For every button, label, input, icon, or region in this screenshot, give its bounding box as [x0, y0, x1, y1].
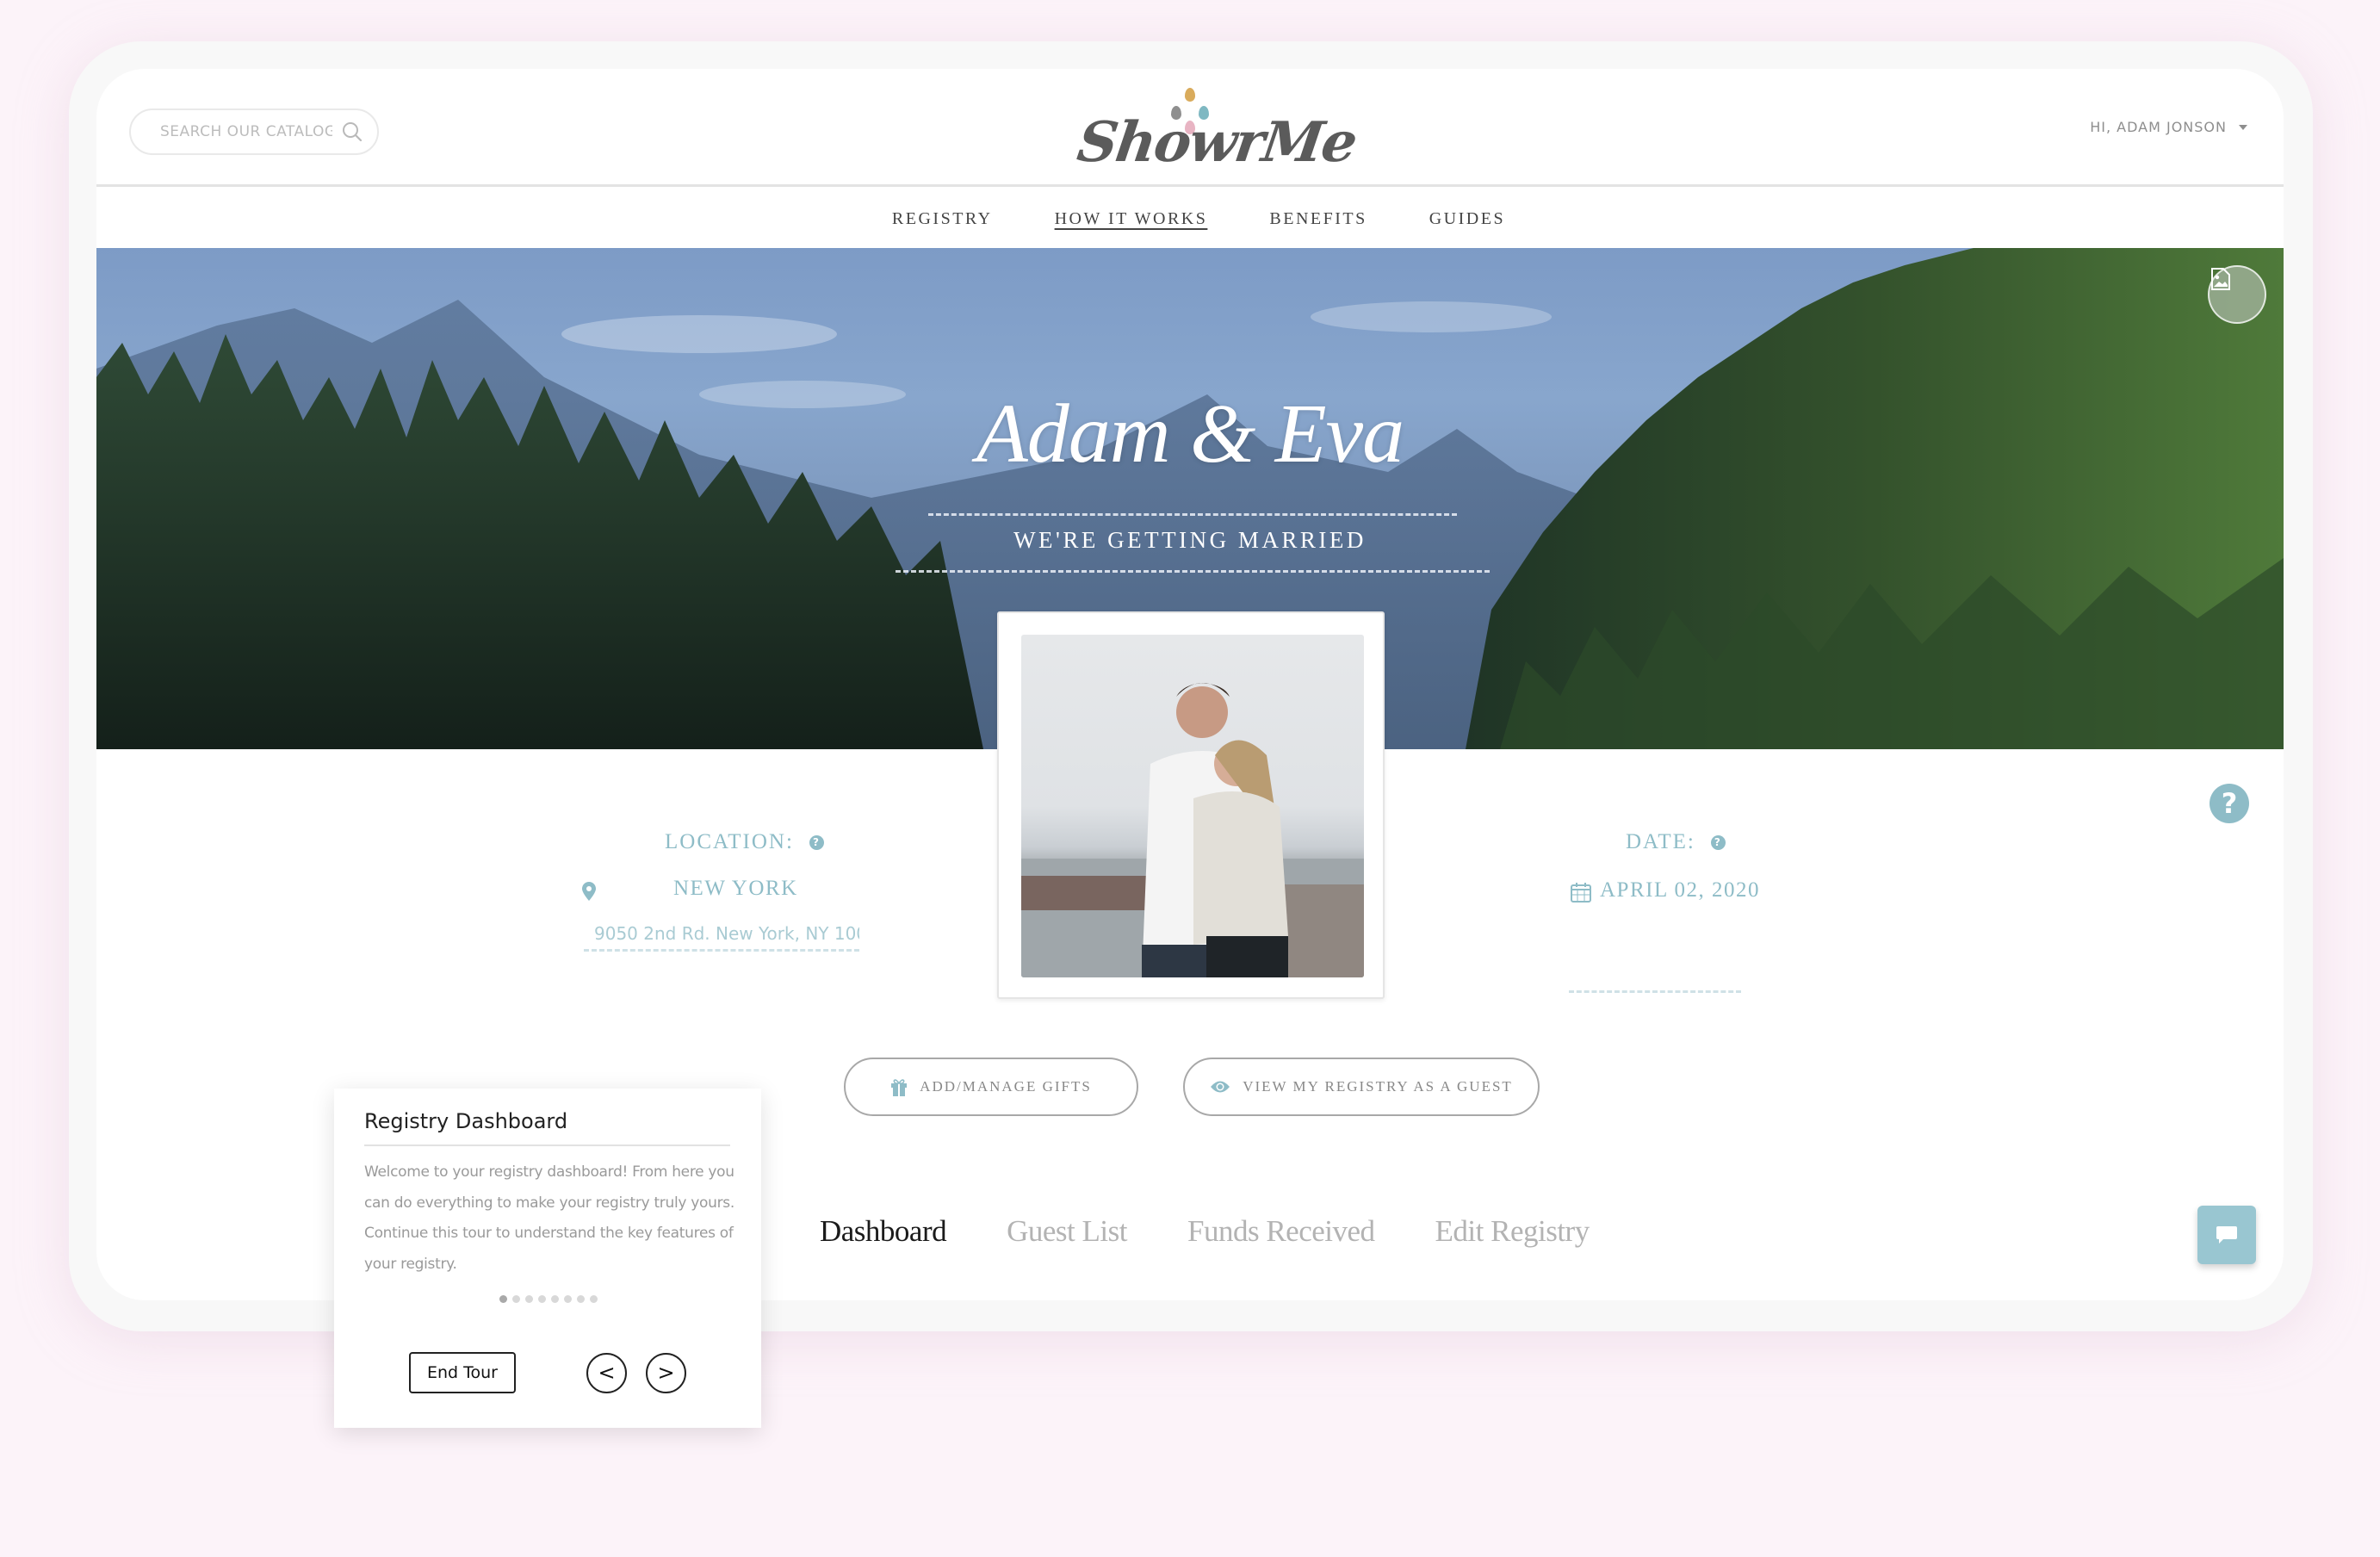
tour-step-dot[interactable] [590, 1295, 598, 1303]
nav-item-registry[interactable]: REGISTRY [892, 202, 993, 245]
view-as-guest-label: VIEW MY REGISTRY AS A GUEST [1243, 1078, 1513, 1095]
tour-prev-button[interactable]: < [586, 1353, 627, 1393]
nav-item-how-it-works[interactable]: HOW IT WORKS [1055, 202, 1208, 245]
subtitle-top-divider [928, 513, 1457, 516]
nav-item-benefits[interactable]: BENEFITS [1269, 202, 1367, 245]
tour-progress-dots [499, 1295, 598, 1303]
tour-step-dot[interactable] [499, 1295, 507, 1303]
couple-photo [1021, 635, 1364, 977]
end-tour-button[interactable]: End Tour [409, 1352, 516, 1393]
logo-text: ShowrMe [1073, 110, 1360, 175]
eye-icon [1211, 1081, 1230, 1093]
tour-step-dot[interactable] [577, 1295, 585, 1303]
search-input[interactable] [160, 123, 332, 140]
tour-step-dot[interactable] [512, 1295, 520, 1303]
tab-guest-list[interactable]: Guest List [1007, 1214, 1127, 1249]
dashboard-tabs: Dashboard Guest List Funds Received Edit… [820, 1214, 1590, 1249]
chat-bubble-icon [2216, 1226, 2237, 1244]
logo-drop-gold [1185, 88, 1195, 102]
header-divider [96, 184, 2284, 187]
tour-next-button[interactable]: > [646, 1353, 686, 1393]
date-label: DATE: [1626, 830, 1695, 853]
map-pin-icon [582, 882, 596, 901]
date-underline [1569, 990, 1741, 993]
location-city[interactable]: NEW YORK [673, 877, 798, 901]
location-label-group: LOCATION: ? [665, 830, 824, 854]
chevron-down-icon [2239, 124, 2247, 130]
date-label-group: DATE: ? [1626, 830, 1726, 854]
tour-step-dot[interactable] [551, 1295, 559, 1303]
nav-item-guides[interactable]: GUIDES [1429, 202, 1505, 245]
date-help-icon[interactable]: ? [1710, 834, 1726, 850]
help-button[interactable]: ? [2210, 784, 2249, 823]
address-field[interactable] [584, 917, 859, 952]
tour-title: Registry Dashboard [364, 1109, 568, 1133]
view-as-guest-button[interactable]: VIEW MY REGISTRY AS A GUEST [1183, 1058, 1540, 1116]
add-manage-gifts-button[interactable]: ADD/MANAGE GIFTS [844, 1058, 1138, 1116]
tab-edit-registry[interactable]: Edit Registry [1435, 1214, 1590, 1249]
gift-icon [891, 1079, 908, 1096]
hero-subtitle: WE'RE GETTING MARRIED [1013, 527, 1367, 553]
tour-popup: Registry Dashboard Welcome to your regis… [334, 1089, 761, 1428]
subtitle-bottom-divider [896, 570, 1490, 573]
tab-funds-received[interactable]: Funds Received [1187, 1214, 1375, 1249]
location-help-icon[interactable]: ? [809, 834, 824, 850]
tour-body: Welcome to your registry dashboard! From… [364, 1163, 734, 1273]
add-manage-gifts-label: ADD/MANAGE GIFTS [920, 1078, 1092, 1095]
wedding-date[interactable]: APRIL 02, 2020 [1600, 878, 1760, 903]
search-icon[interactable] [341, 121, 363, 143]
logo[interactable]: ShowrMe [1074, 78, 1360, 181]
tab-dashboard[interactable]: Dashboard [820, 1214, 947, 1249]
couple-photo-frame[interactable] [997, 611, 1385, 999]
search-box[interactable] [129, 109, 379, 155]
tour-divider [364, 1144, 730, 1146]
tour-step-dot[interactable] [538, 1295, 546, 1303]
couple-names: Adam & Eva [976, 388, 1404, 481]
user-greeting: HI, ADAM JONSON [2090, 119, 2227, 135]
chat-button[interactable] [2197, 1206, 2256, 1264]
tour-step-dot[interactable] [564, 1295, 572, 1303]
tour-step-dot[interactable] [525, 1295, 533, 1303]
main-nav: REGISTRY HOW IT WORKS BENEFITS GUIDES [96, 202, 2284, 245]
user-menu[interactable]: HI, ADAM JONSON [2090, 119, 2247, 135]
location-label: LOCATION: [665, 830, 794, 853]
calendar-icon [1571, 883, 1591, 903]
change-cover-button[interactable] [2208, 265, 2266, 324]
image-file-icon [2211, 268, 2230, 290]
